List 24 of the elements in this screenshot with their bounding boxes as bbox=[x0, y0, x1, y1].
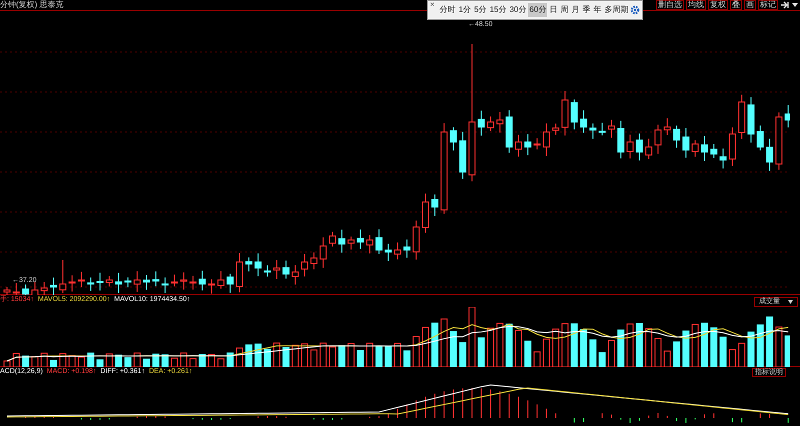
toolbar-button[interactable]: 删自选 bbox=[656, 0, 684, 10]
period-tab[interactable]: 多周期 bbox=[603, 3, 630, 17]
caret-icon[interactable] bbox=[792, 2, 798, 8]
toolbar-button[interactable]: 画 bbox=[744, 0, 756, 10]
period-tab[interactable]: 30分 bbox=[508, 3, 528, 17]
caret-icon bbox=[788, 300, 793, 304]
period-tab[interactable]: 周 bbox=[559, 3, 570, 17]
period-tab[interactable]: 年 bbox=[592, 3, 602, 17]
chart-title: 分钟(复权) 思泰克 bbox=[0, 0, 64, 10]
period-tab[interactable]: 15分 bbox=[488, 3, 508, 17]
period-tab[interactable]: 60分 bbox=[528, 3, 548, 17]
settings-icon[interactable] bbox=[630, 5, 640, 15]
toolbar-button[interactable]: 复权 bbox=[708, 0, 728, 10]
toolbar-button[interactable]: 叠 bbox=[730, 0, 742, 10]
close-button[interactable]: × bbox=[430, 1, 435, 9]
period-tab[interactable]: 分时 bbox=[438, 3, 457, 17]
period-tab[interactable]: 季 bbox=[581, 3, 592, 17]
period-tab[interactable]: 1分 bbox=[458, 3, 472, 17]
collapse-icon[interactable] bbox=[780, 1, 790, 9]
period-tab[interactable]: 月 bbox=[570, 3, 580, 17]
period-tab[interactable]: 5分 bbox=[473, 3, 488, 17]
period-tab[interactable]: 日 bbox=[548, 3, 558, 17]
toolbar-button[interactable]: 标记 bbox=[758, 0, 778, 10]
toolbar-button[interactable]: 均线 bbox=[686, 0, 706, 10]
